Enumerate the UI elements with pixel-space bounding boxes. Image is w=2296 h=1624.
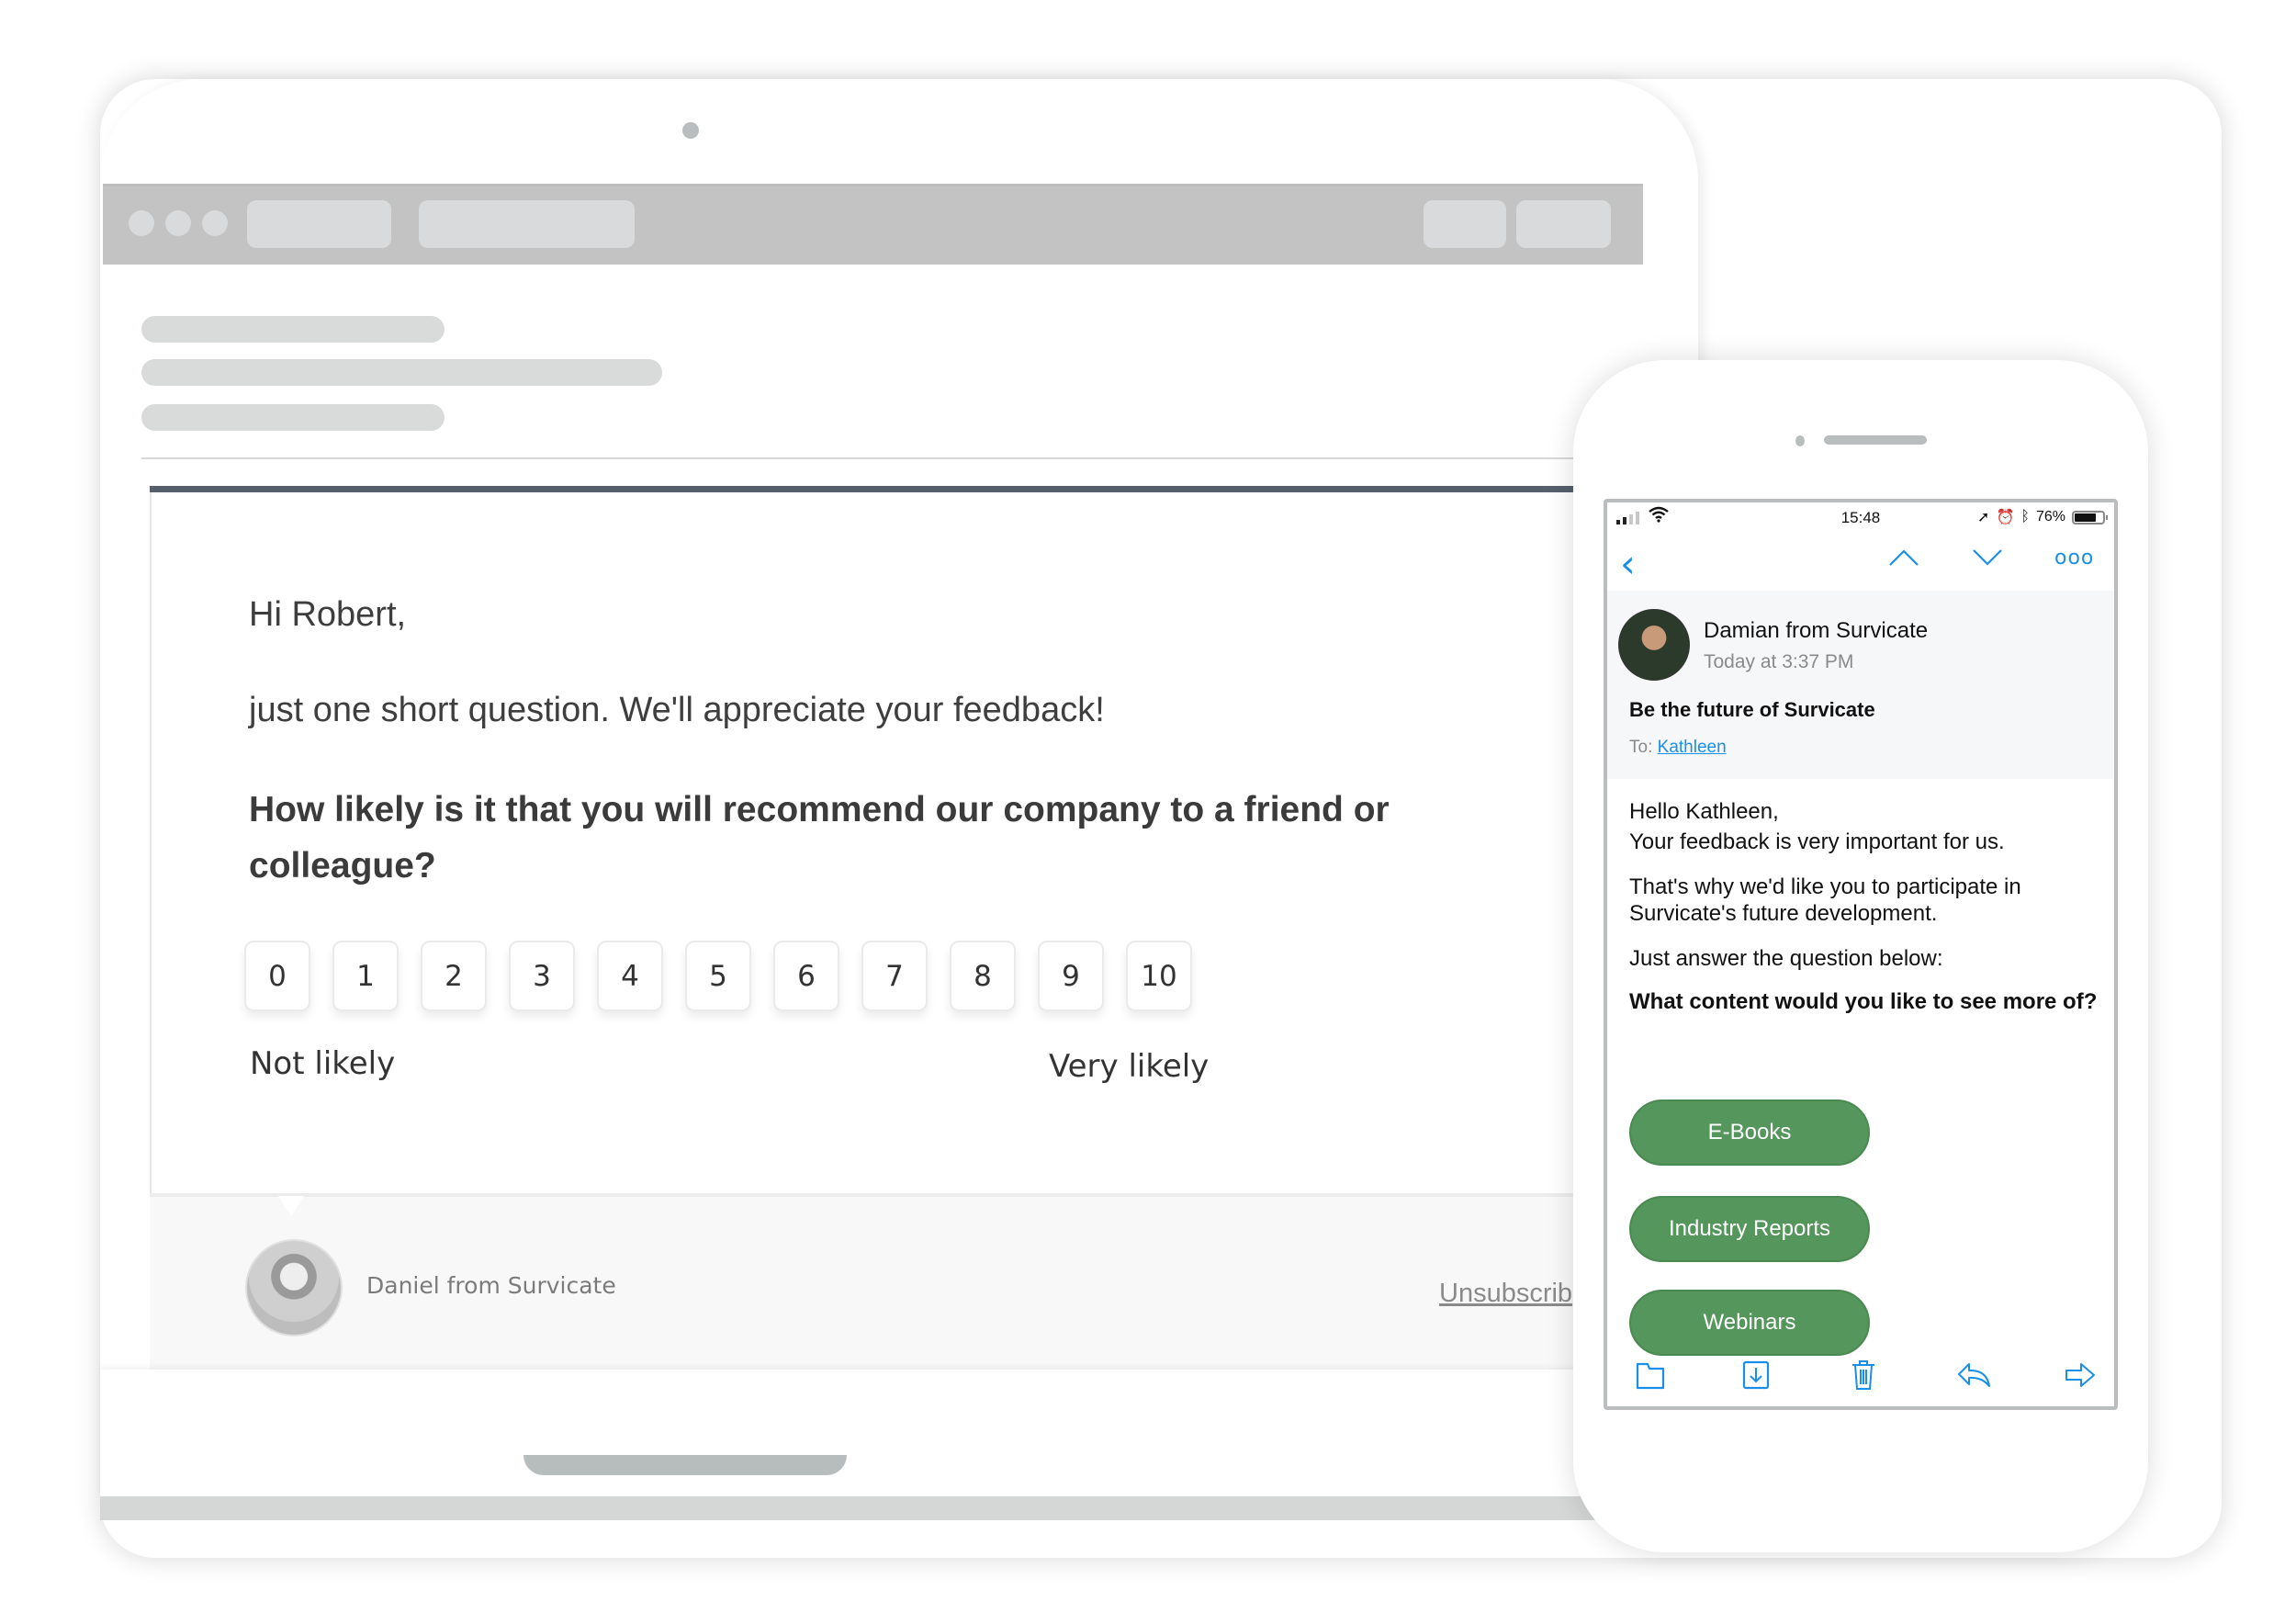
window-minimize-dot[interactable] <box>165 210 191 236</box>
nps-scale: 0 1 2 3 4 5 6 7 8 9 10 <box>244 941 1192 1011</box>
mail-from: Damian from Survicate <box>1704 618 1929 643</box>
skeleton-line <box>141 404 445 431</box>
laptop-base <box>100 1370 1698 1498</box>
phone-camera <box>1795 435 1805 446</box>
nps-option-0[interactable]: 0 <box>244 941 310 1011</box>
body-paragraph: That's why we'd like you to participate … <box>1629 874 2021 926</box>
browser-tab-placeholder[interactable] <box>247 200 391 248</box>
to-label: To: <box>1629 738 1653 757</box>
nps-option-8[interactable]: 8 <box>950 941 1016 1011</box>
sender-avatar <box>1618 609 1690 681</box>
page-divider <box>141 457 1574 459</box>
skeleton-line <box>141 359 662 386</box>
mail-header: Damian from Survicate Today at 3:37 PM B… <box>1607 591 2114 779</box>
status-indicators: ➚ ⏰ ᛒ 76% <box>1977 508 2108 526</box>
scale-low-label: Not likely <box>250 1045 396 1082</box>
recipient-link[interactable]: Kathleen <box>1658 738 1727 757</box>
mail-time: Today at 3:37 PM <box>1704 651 1854 672</box>
sender-name: Daniel from Survicate <box>366 1272 616 1299</box>
choice-ebooks-button[interactable]: E-Books <box>1629 1100 1870 1166</box>
bluetooth-icon: ᛒ <box>2020 509 2030 524</box>
browser-action-placeholder[interactable] <box>1424 200 1506 248</box>
nps-option-4[interactable]: 4 <box>597 941 663 1011</box>
more-icon[interactable]: ooo <box>2054 547 2094 570</box>
nps-option-7[interactable]: 7 <box>861 941 928 1011</box>
sender-avatar <box>245 1239 343 1336</box>
archive-icon[interactable] <box>1740 1359 1773 1393</box>
unsubscribe-link[interactable]: Unsubscrib <box>1439 1279 1572 1309</box>
phone-screen: 15:48 ➚ ⏰ ᛒ 76% ‹ ooo Damian from Survic… <box>1604 499 2118 1410</box>
chevron-up-icon[interactable] <box>1888 548 1919 571</box>
browser-tab-placeholder[interactable] <box>419 200 635 248</box>
laptop-notch <box>523 1455 847 1475</box>
email-intro: just one short question. We'll appreciat… <box>249 691 1105 729</box>
phone-speaker <box>1824 435 1927 445</box>
body-line: Your feedback is very important for us. <box>1629 829 2005 854</box>
forward-icon[interactable] <box>2064 1360 2097 1393</box>
scale-high-label: Very likely <box>1049 1048 1210 1085</box>
choice-industry-reports-button[interactable]: Industry Reports <box>1629 1196 1870 1262</box>
window-maximize-dot[interactable] <box>202 210 228 236</box>
battery-percent: 76% <box>2035 509 2065 524</box>
choice-webinars-button[interactable]: Webinars <box>1629 1290 1870 1356</box>
nps-option-1[interactable]: 1 <box>332 941 399 1011</box>
mail-nav-bar: ‹ ooo <box>1607 534 2114 591</box>
reply-icon[interactable] <box>1956 1360 1990 1393</box>
mail-body: Hello Kathleen, Your feedback is very im… <box>1629 796 2098 1031</box>
window-close-dot[interactable] <box>129 210 154 236</box>
nps-question: How likely is it that you will recommend… <box>249 790 1390 885</box>
location-icon: ➚ <box>1977 510 1990 525</box>
folder-icon[interactable] <box>1635 1361 1668 1394</box>
email-footer <box>150 1193 1582 1370</box>
nps-option-5[interactable]: 5 <box>685 941 751 1011</box>
survey-question: What content would you like to see more … <box>1629 989 2098 1014</box>
chevron-down-icon[interactable] <box>1972 548 2003 571</box>
alarm-icon: ⏰ <box>1996 510 2015 525</box>
nps-option-6[interactable]: 6 <box>773 941 839 1011</box>
chevron-left-icon[interactable]: ‹ <box>1620 541 1636 586</box>
email-card-accent-line <box>150 486 1582 492</box>
skeleton-line <box>141 316 445 343</box>
nps-option-10[interactable]: 10 <box>1126 941 1192 1011</box>
email-greeting: Hi Robert, <box>249 595 407 634</box>
nps-option-3[interactable]: 3 <box>509 941 575 1011</box>
nps-option-9[interactable]: 9 <box>1038 941 1104 1011</box>
laptop-camera <box>682 122 699 139</box>
body-paragraph: Just answer the question below: <box>1629 946 1943 971</box>
mail-subject: Be the future of Survicate <box>1629 698 1875 721</box>
laptop-base-strip <box>100 1496 1698 1520</box>
status-bar: 15:48 ➚ ⏰ ᛒ 76% <box>1607 502 2114 534</box>
browser-action-placeholder[interactable] <box>1516 200 1611 248</box>
body-greeting: Hello Kathleen, <box>1629 799 1779 824</box>
nps-option-2[interactable]: 2 <box>421 941 487 1011</box>
battery-icon <box>2072 510 2108 524</box>
footer-pointer <box>278 1196 304 1216</box>
trash-icon[interactable] <box>1848 1359 1881 1392</box>
mail-recipient: To: Kathleen <box>1629 738 1727 758</box>
